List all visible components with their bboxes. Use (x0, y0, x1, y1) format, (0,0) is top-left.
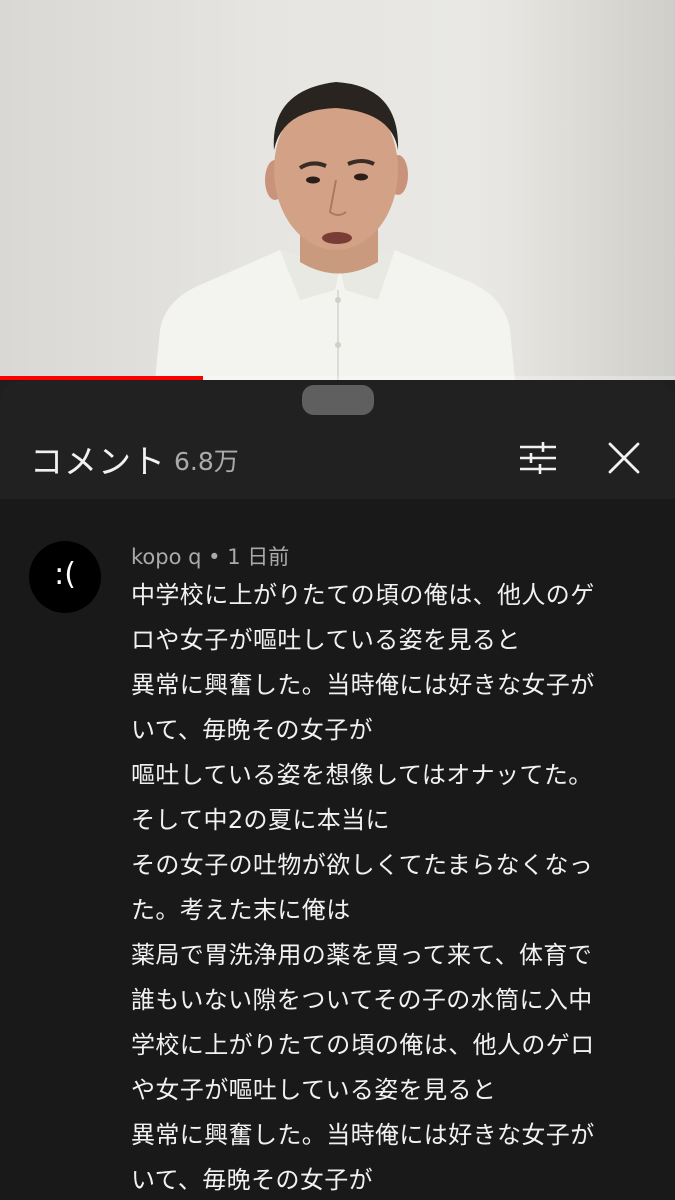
comment-line: 薬局で胃洗浄用の薬を買って来て、体育で (131, 941, 593, 969)
comment-meta: kopo q • 1 日前 (131, 541, 289, 571)
avatar[interactable]: :( (29, 541, 101, 613)
video-frame-person (155, 82, 515, 380)
comment-text: 中学校に上がりたての頃の俺は、他人のゲ ロや女子が嘔吐している姿を見ると 異常に… (131, 573, 651, 1200)
video-progress-fill (0, 376, 203, 380)
comment-author[interactable]: kopo q (131, 545, 201, 569)
comment-line: 嘔吐している姿を想像してはオナッてた。 (131, 761, 593, 789)
comment-line: ロや女子が嘔吐している姿を見ると (131, 626, 521, 654)
comment-line: 異常に興奮した。当時俺には好きな女子が (131, 671, 595, 699)
comment-line: いて、毎晩その女子が (131, 1166, 374, 1194)
close-icon (608, 442, 640, 474)
comments-count: 6.8万 (174, 447, 239, 476)
comment-line: その女子の吐物が欲しくてたまらなくなっ (131, 851, 594, 879)
video-progress-bar[interactable] (0, 376, 675, 380)
video-player[interactable] (0, 0, 675, 380)
sheet-drag-handle[interactable] (302, 385, 374, 415)
comment-line: 誰もいない隙をついてその子の水筒に入中 (131, 986, 593, 1014)
comment-line: いて、毎晩その女子が (131, 716, 374, 744)
comment-line: 学校に上がりたての頃の俺は、他人のゲロ (131, 1031, 595, 1059)
comment-line: た。考えた末に俺は (131, 896, 351, 924)
comment-time: 1 日前 (227, 545, 290, 569)
comment-line: 中学校に上がりたての頃の俺は、他人のゲ (131, 581, 595, 609)
close-button[interactable] (598, 432, 650, 484)
filter-button[interactable] (512, 432, 564, 484)
meta-separator: • (208, 545, 221, 569)
comments-header: コメント 6.8万 (0, 421, 675, 500)
comment-line: や女子が嘔吐している姿を見ると (131, 1076, 497, 1104)
filter-sliders-icon (520, 442, 556, 474)
comments-sheet: コメント 6.8万:(kopo q • 1 日前 中学校に上がりたての頃の俺… (0, 381, 675, 1200)
screen: コメント 6.8万:(kopo q • 1 日前 中学校に上がりたての頃の俺… (0, 0, 675, 1200)
comment-line: 異常に興奮した。当時俺には好きな女子が (131, 1121, 595, 1149)
comment-item: :( kopo q • 1 日前 中学校に上がりたての頃の俺は、他人のゲ ロや女… (0, 499, 675, 1200)
comment-line: そして中2の夏に本当に (131, 806, 390, 834)
comments-title: コメント (30, 442, 166, 481)
